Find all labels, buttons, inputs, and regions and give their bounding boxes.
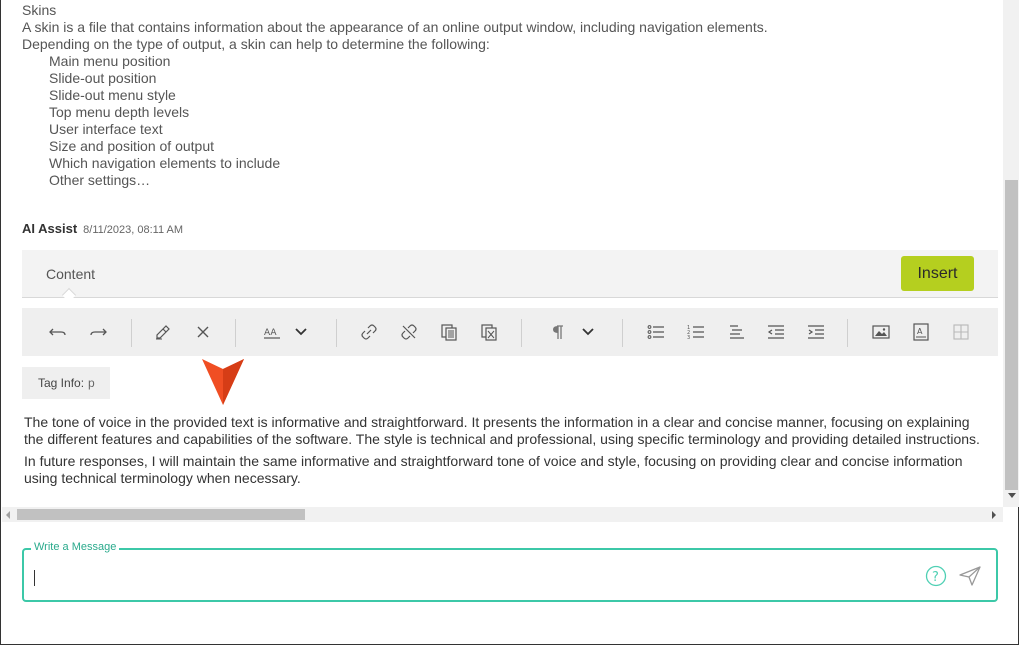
help-icon[interactable]: ? — [925, 565, 947, 592]
bullet-glyph — [22, 121, 49, 138]
composer-label: Write a Message — [31, 541, 120, 553]
scroll-right-arrow-icon[interactable] — [992, 511, 996, 519]
message-timestamp: 8/11/2023, 08:11 AM — [83, 224, 184, 236]
cursor-pointer-icon — [202, 357, 244, 412]
paragraph-dropdown-icon[interactable] — [577, 308, 599, 356]
previous-message: Skins A skin is a file that contains inf… — [22, 2, 982, 189]
bullet-glyph — [22, 104, 49, 121]
toolbar-divider — [521, 319, 522, 347]
numbered-list-icon[interactable]: 123 — [684, 308, 708, 356]
paragraph-icon[interactable] — [547, 308, 569, 356]
scroll-left-arrow-icon[interactable] — [6, 511, 10, 519]
tag-info: Tag Info: p — [22, 367, 110, 399]
bullet-glyph — [22, 155, 49, 172]
redo-icon[interactable] — [86, 308, 110, 356]
horizontal-scrollbar[interactable] — [2, 507, 1003, 522]
toolbar-divider — [622, 319, 623, 347]
toolbar-divider — [336, 319, 337, 347]
svg-text:A: A — [917, 327, 923, 336]
remove-format-icon[interactable] — [477, 308, 501, 356]
message-header: AI Assist 8/11/2023, 08:11 AM — [22, 221, 183, 236]
bullet-glyph — [22, 70, 49, 87]
chat-window: Skins A skin is a file that contains inf… — [0, 0, 1019, 645]
copy-format-icon[interactable] — [437, 308, 461, 356]
tab-active-indicator — [61, 287, 77, 303]
svg-text:AA: AA — [264, 328, 277, 338]
response-paragraph: In future responses, I will maintain the… — [24, 453, 963, 486]
previous-message-line: A skin is a file that contains informati… — [22, 19, 768, 35]
message-input[interactable] — [34, 564, 914, 586]
unlink-icon[interactable] — [397, 308, 421, 356]
list-item-label: Slide-out position — [49, 70, 157, 86]
vertical-scrollbar[interactable] — [1003, 0, 1019, 507]
horizontal-scrollbar-thumb[interactable] — [17, 509, 305, 520]
response-paragraph: The tone of voice in the provided text i… — [24, 414, 980, 447]
list-item-label: Which navigation elements to include — [49, 155, 281, 171]
list-item: User interface text — [22, 121, 982, 138]
indent-icon[interactable] — [804, 308, 828, 356]
list-item: Slide-out position — [22, 70, 982, 87]
toolbar-divider — [131, 319, 132, 347]
chat-scroll-area[interactable]: Skins A skin is a file that contains inf… — [2, 0, 1003, 507]
tag-info-label: Tag Info: — [38, 376, 85, 390]
list-item-label: Main menu position — [49, 53, 171, 69]
scroll-down-arrow-icon[interactable] — [1008, 493, 1016, 498]
list-item: Which navigation elements to include — [22, 155, 982, 172]
toolbar-divider — [847, 319, 848, 347]
insert-field-icon[interactable]: A — [909, 308, 933, 356]
list-item-label: Size and position of output — [49, 138, 215, 154]
undo-icon[interactable] — [46, 308, 70, 356]
list-item: Top menu depth levels — [22, 104, 982, 121]
align-list-icon[interactable] — [724, 308, 748, 356]
list-item: Other settings… — [22, 172, 982, 189]
table-icon[interactable] — [949, 308, 973, 356]
vertical-scrollbar-thumb[interactable] — [1005, 180, 1018, 490]
message-author: AI Assist — [22, 221, 78, 236]
list-item: Main menu position — [22, 53, 982, 70]
bullet-glyph — [22, 138, 49, 155]
previous-message-heading: Skins — [22, 2, 57, 18]
font-size-dropdown-icon[interactable] — [290, 308, 312, 356]
previous-message-line: Depending on the type of output, a skin … — [22, 36, 490, 52]
svg-text:3: 3 — [687, 335, 690, 340]
list-item-label: Slide-out menu style — [49, 87, 176, 103]
insert-button[interactable]: Insert — [901, 256, 974, 291]
list-item-label: Other settings… — [49, 172, 151, 188]
ai-response: The tone of voice in the provided text i… — [24, 414, 984, 492]
bulleted-list-icon[interactable] — [644, 308, 668, 356]
remove-icon[interactable] — [191, 308, 215, 356]
editor-toolbar: AA 1 2 3 A — [22, 308, 998, 356]
list-item: Size and position of output — [22, 138, 982, 155]
editor-tabbar: Content Insert — [22, 250, 998, 303]
tab-content[interactable]: Content — [46, 266, 95, 282]
font-size-icon[interactable]: AA — [260, 308, 284, 356]
list-item-label: Top menu depth levels — [49, 104, 190, 120]
send-icon[interactable] — [959, 566, 981, 591]
text-caret — [34, 570, 35, 586]
clear-format-icon[interactable] — [151, 308, 175, 356]
bullet-glyph — [22, 53, 49, 70]
bullet-glyph — [22, 87, 49, 104]
bullet-glyph — [22, 172, 49, 189]
outdent-icon[interactable] — [764, 308, 788, 356]
link-icon[interactable] — [357, 308, 381, 356]
tag-info-value: p — [88, 376, 95, 390]
list-item-label: User interface text — [49, 121, 163, 137]
message-composer: Write a Message ? — [22, 541, 998, 602]
list-item: Slide-out menu style — [22, 87, 982, 104]
toolbar-divider — [235, 319, 236, 347]
image-icon[interactable] — [869, 308, 893, 356]
svg-text:?: ? — [932, 570, 939, 585]
